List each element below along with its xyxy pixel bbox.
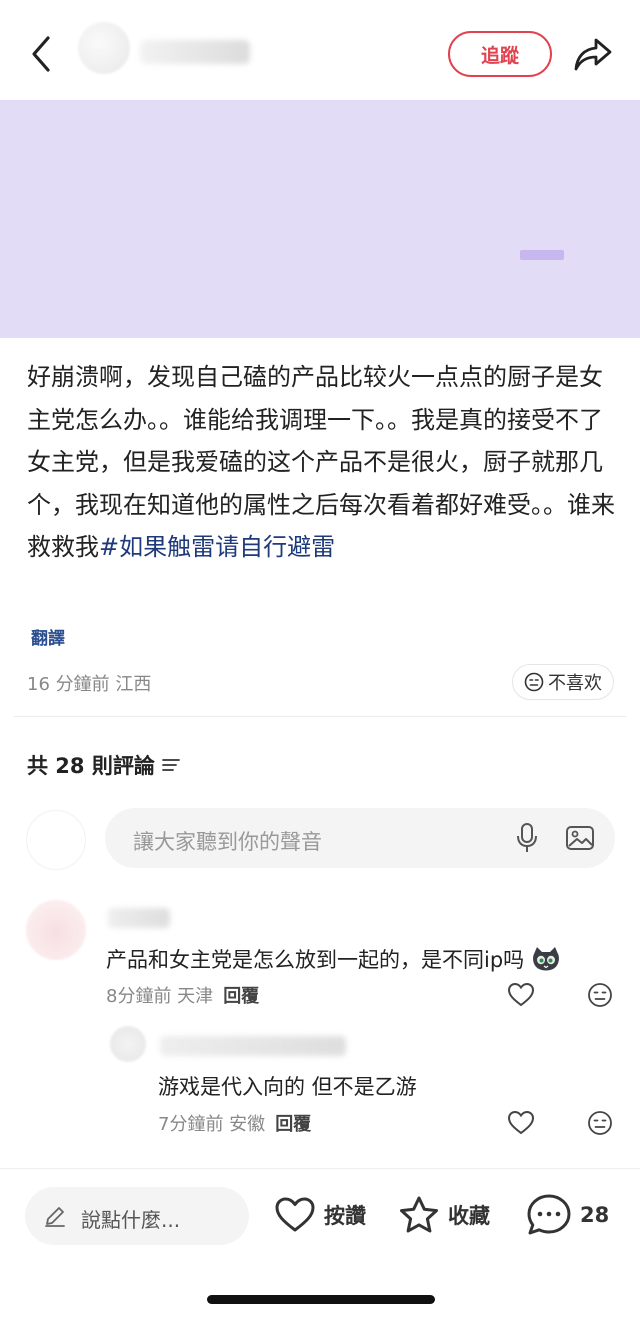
- neutral-face-icon[interactable]: [587, 982, 613, 1008]
- comment-meta: 8分鐘前 天津 回覆: [106, 986, 260, 1007]
- home-indicator[interactable]: [207, 1295, 435, 1304]
- top-bar: 追蹤: [0, 0, 640, 102]
- image-decoration: [520, 250, 564, 260]
- post-meta: 16 分鐘前 江西: [27, 674, 152, 695]
- say-something-input[interactable]: 說點什麼...: [25, 1187, 249, 1245]
- replier-name-blurred[interactable]: [160, 1036, 346, 1056]
- post-text: 好崩溃啊，发现自己磕的产品比较火一点点的厨子是女主党怎么办。。谁能给我调理一下。…: [27, 363, 615, 561]
- heart-icon[interactable]: [507, 982, 535, 1008]
- heart-icon: [275, 1197, 315, 1232]
- like-button[interactable]: 按讚: [274, 1192, 366, 1238]
- reply-meta: 7分鐘前 安徽 回覆: [158, 1114, 312, 1135]
- author-avatar[interactable]: [78, 22, 130, 74]
- neutral-face-icon: [524, 672, 544, 692]
- say-placeholder: 說點什麼...: [81, 1208, 181, 1232]
- pen-icon: [45, 1207, 65, 1227]
- dislike-button[interactable]: 不喜欢: [512, 664, 614, 700]
- reply-button[interactable]: 回覆: [275, 1114, 311, 1135]
- comment-input[interactable]: 讓大家聽到你的聲音: [105, 808, 615, 868]
- post-body: 好崩溃啊，发现自己磕的产品比较火一点点的厨子是女主党怎么办。。谁能给我调理一下。…: [27, 356, 617, 569]
- section-divider: [14, 716, 626, 717]
- translate-link[interactable]: 翻譯: [31, 624, 65, 649]
- replier-avatar[interactable]: [110, 1026, 146, 1062]
- comment-bubble-icon: [527, 1194, 571, 1235]
- image-icon[interactable]: [565, 824, 595, 852]
- post-image[interactable]: [0, 100, 640, 338]
- neutral-face-icon[interactable]: [587, 1110, 613, 1136]
- share-icon[interactable]: [572, 34, 614, 74]
- comment-count-header[interactable]: 共 28 則評論: [27, 750, 181, 780]
- dislike-label: 不喜欢: [548, 673, 602, 694]
- post-hashtag[interactable]: #如果触雷请自行避雷: [99, 533, 335, 561]
- filter-icon[interactable]: [161, 757, 181, 773]
- comment-input-placeholder: 讓大家聽到你的聲音: [133, 830, 322, 854]
- author-name-blurred[interactable]: [140, 40, 250, 64]
- comment-text: 产品和女主党是怎么放到一起的，是不同ip吗: [106, 944, 561, 974]
- reply-text: 游戏是代入向的 但不是乙游: [158, 1075, 417, 1099]
- cat-emoji-icon: [532, 947, 559, 971]
- mic-icon[interactable]: [515, 822, 539, 854]
- comment-count: 28: [580, 1203, 610, 1227]
- commenter-avatar[interactable]: [26, 900, 86, 960]
- commenter-name-blurred[interactable]: [108, 908, 170, 928]
- collect-label: 收藏: [448, 1204, 490, 1228]
- collect-button[interactable]: 收藏: [398, 1192, 490, 1238]
- my-avatar: [26, 810, 86, 870]
- star-icon: [400, 1196, 438, 1233]
- bottom-bar-divider: [0, 1168, 640, 1169]
- follow-button[interactable]: 追蹤: [448, 31, 552, 77]
- comment-count-label: 共 28 則評論: [27, 754, 155, 778]
- reply-button[interactable]: 回覆: [223, 986, 259, 1007]
- comment-button[interactable]: 28: [526, 1192, 609, 1238]
- back-arrow-icon[interactable]: [22, 32, 62, 76]
- heart-icon[interactable]: [507, 1110, 535, 1136]
- like-label: 按讚: [324, 1204, 366, 1228]
